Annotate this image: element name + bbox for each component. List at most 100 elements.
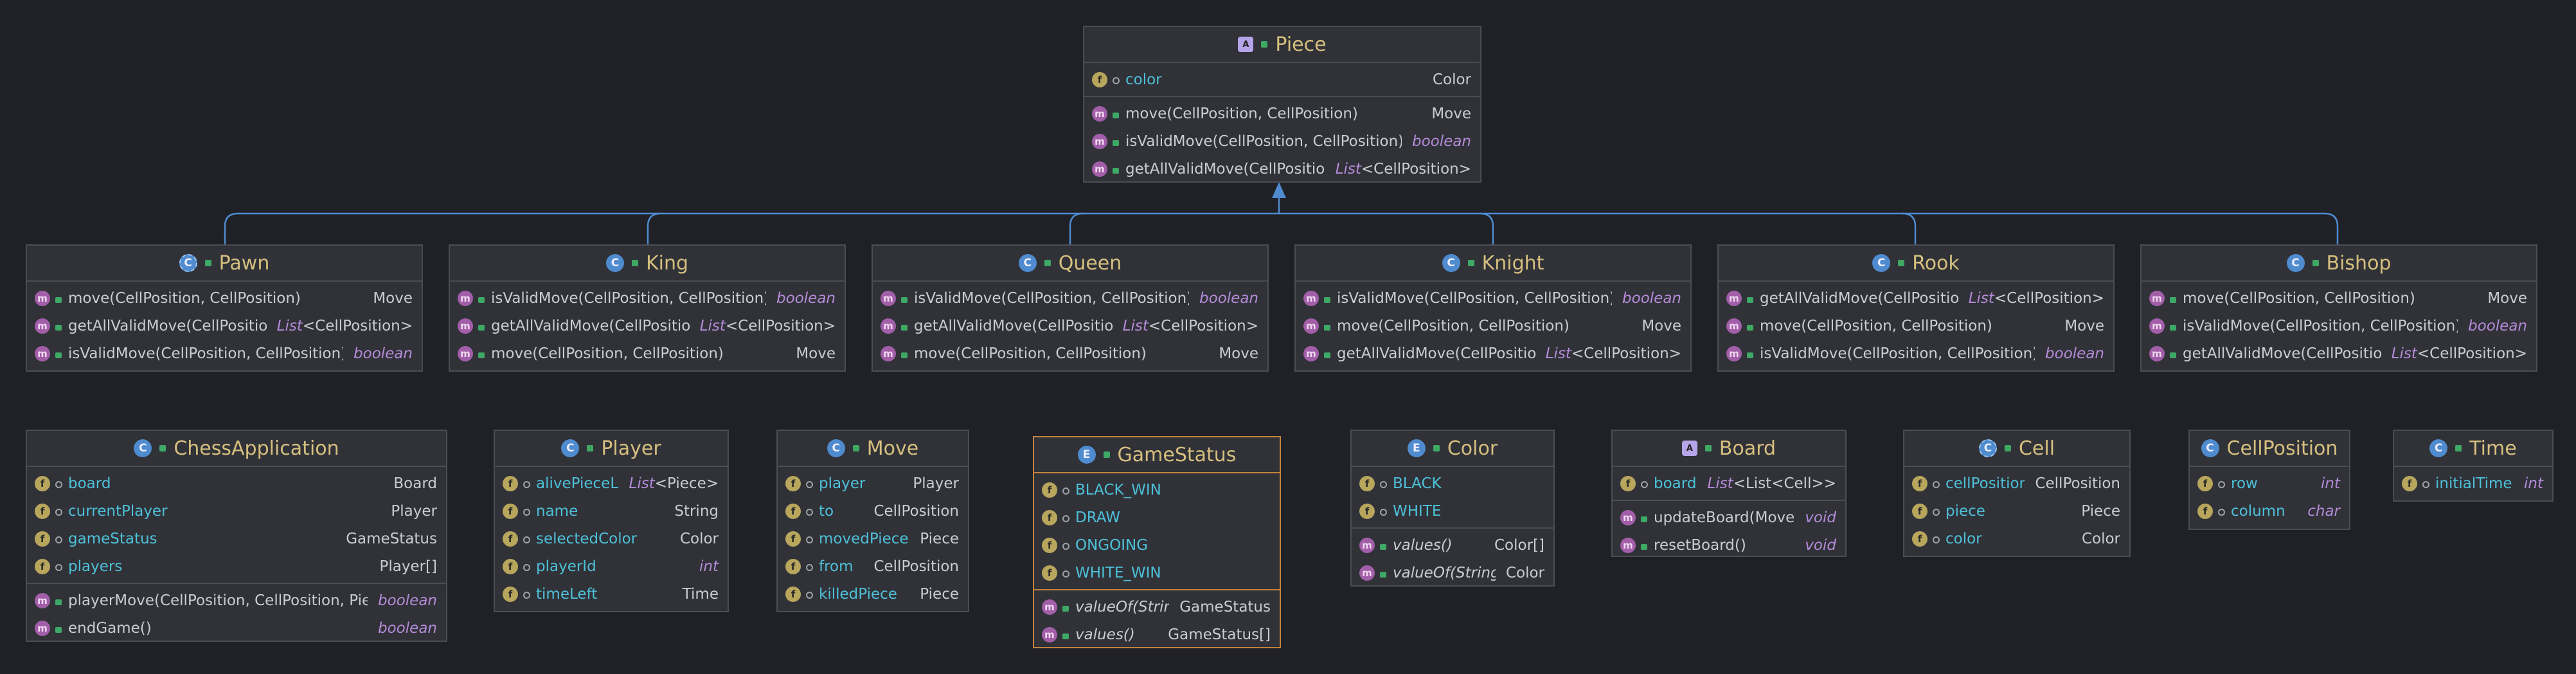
method-row[interactable]: m resetBoard() void [1613,531,1845,559]
member-name: isValidMove(CellPosition, CellPosition) [914,289,1190,307]
field-row[interactable]: f killedPiece Piece [778,580,968,608]
type-params: <CellPosition> [1994,289,2104,307]
method-row[interactable]: m getAllValidMove(CellPosition) List<CellP… [2142,340,2536,367]
enum-game-status[interactable]: E GameStatus f BLACK_WIN f DRAW f ONGOING f WHI… [1033,436,1281,648]
field-row[interactable]: f to CellPosition [778,497,968,525]
method-row[interactable]: m playerMove(CellPosition, CellPosition, … [27,587,446,614]
visibility-icon [1062,482,1069,498]
class-cell-header: C Cell [1904,431,2129,467]
field-row[interactable]: f WHITE_WIN [1034,559,1280,587]
field-row[interactable]: f alivePieceList List<Piece> [495,469,728,497]
field-row[interactable]: f row int [2190,469,2349,497]
method-icon: m [1620,509,1636,525]
edge-bishop-piece [1279,212,2339,244]
class-rook[interactable]: C Rook m getAllValidMove(CellPosition) Lis… [1717,244,2115,372]
method-row[interactable]: m move(CellPosition, CellPosition) Move [1296,312,1690,340]
field-row[interactable]: f piece Piece [1904,497,2129,525]
field-row[interactable]: f player Player [778,469,968,497]
class-move[interactable]: C Move f player Player f to CellPosition f move… [776,430,969,612]
field-row[interactable]: f DRAW [1034,504,1280,531]
member-name: cellPosition [1945,475,2025,492]
method-row[interactable]: m getAllValidMove(CellPosition) List<CellP… [450,312,845,340]
method-row[interactable]: m move(CellPosition, CellPosition) Move [450,340,845,367]
method-row[interactable]: m move(CellPosition, CellPosition) Move [873,340,1267,367]
type-keyword: List [629,475,655,492]
member-name: endGame() [68,619,152,637]
class-icon: C [1018,254,1037,272]
field-row[interactable]: f name String [495,497,728,525]
field-row[interactable]: f color Color [1904,525,2129,552]
field-row[interactable]: f color Color [1084,66,1480,93]
member-name: getAllValidMove(CellPosition) [68,317,267,334]
member-name: getAllValidMove(CellPosition) [1125,160,1325,178]
enum-color[interactable]: E Color f BLACK f WHITE m values() Color[] m va… [1350,430,1555,587]
method-row[interactable]: m move(CellPosition, CellPosition) Move [2142,284,2536,312]
field-row[interactable]: f selectedColor Color [495,525,728,552]
field-row[interactable]: f BLACK_WIN [1034,476,1280,504]
field-icon: f [35,558,50,574]
visibility-icon [55,531,62,547]
member-type: Color [2081,530,2120,547]
method-icon: m [2149,345,2165,361]
field-row[interactable]: f from CellPosition [778,552,968,580]
field-row[interactable]: f gameStatus GameStatus [27,525,446,552]
method-row[interactable]: m getAllValidMove(CellPosition) List<CellP… [1296,340,1690,367]
field-row[interactable]: f players Player[] [27,552,446,580]
method-row[interactable]: m values() Color[] [1352,531,1553,559]
method-row[interactable]: m updateBoard(Move) void [1613,504,1845,531]
method-row[interactable]: m move(CellPosition, CellPosition) Move [1084,100,1480,127]
class-player[interactable]: C Player f alivePieceList List<Piece> f name… [494,430,729,612]
method-row[interactable]: m getAllValidMove(CellPosition) List<CellP… [27,312,422,340]
method-row[interactable]: m valueOf(String) GameStatus [1034,593,1280,621]
class-time[interactable]: C Time f initialTime int [2393,430,2554,502]
method-row[interactable]: m valueOf(String) Color [1352,559,1553,587]
field-row[interactable]: f WHITE [1352,497,1553,525]
method-row[interactable]: m isValidMove(CellPosition, CellPosition)… [450,284,845,312]
method-icon: m [1359,537,1375,553]
field-row[interactable]: f column char [2190,497,2349,525]
method-row[interactable]: m values() GameStatus[] [1034,621,1280,648]
method-row[interactable]: m getAllValidMove(CellPosition) List<CellP… [873,312,1267,340]
member-type: Move [1641,317,1681,334]
field-row[interactable]: f initialTime int [2394,469,2552,497]
class-cell[interactable]: C Cell f cellPosition CellPosition f piece Pi… [1903,430,2131,557]
class-pawn[interactable]: C Pawn m move(CellPosition, CellPosition)… [26,244,423,372]
method-row[interactable]: m move(CellPosition, CellPosition) Move [27,284,422,312]
field-row[interactable]: f timeLeft Time [495,580,728,608]
visibility-icon [1933,531,1939,547]
member-type: List<List<Cell>> [1708,475,1837,492]
method-icon: m [1726,290,1742,306]
method-row[interactable]: m isValidMove(CellPosition, CellPosition)… [1719,340,2113,367]
field-row[interactable]: f board Board [27,469,446,497]
method-row[interactable]: m getAllValidMove(CellPosition) List<CellP… [1084,155,1480,183]
method-row[interactable]: m endGame() boolean [27,614,446,642]
field-row[interactable]: f movedPiece Piece [778,525,968,552]
method-row[interactable]: m isValidMove(CellPosition, CellPosition)… [873,284,1267,312]
class-rook-header: C Rook [1719,246,2113,282]
field-row[interactable]: f board List<List<Cell>> [1613,469,1845,497]
class-piece[interactable]: A Piece f color Color m move(CellPosition, … [1083,26,1481,183]
field-row[interactable]: f playerId int [495,552,728,580]
class-bishop[interactable]: C Bishop m move(CellPosition, CellPositio… [2140,244,2537,372]
method-row[interactable]: m isValidMove(CellPosition, CellPosition)… [1296,284,1690,312]
class-cell-position[interactable]: C CellPosition f row int f column char [2188,430,2350,530]
class-queen[interactable]: C Queen m isValidMove(CellPosition, CellP… [872,244,1269,372]
class-king[interactable]: C King m isValidMove(CellPosition, CellPo… [449,244,846,372]
lock-icon [2170,318,2176,334]
field-row[interactable]: f cellPosition CellPosition [1904,469,2129,497]
field-row[interactable]: f ONGOING [1034,531,1280,559]
class-board[interactable]: A Board f board List<List<Cell>> m updateBo… [1611,430,1847,557]
field-row[interactable]: f BLACK [1352,469,1553,497]
visibility-icon [523,503,530,520]
method-icon: m [1092,161,1107,177]
method-row[interactable]: m move(CellPosition, CellPosition) Move [1719,312,2113,340]
method-row[interactable]: m isValidMove(CellPosition, CellPosition)… [27,340,422,367]
field-row[interactable]: f currentPlayer Player [27,497,446,525]
method-row[interactable]: m getAllValidMove(CellPosition) List<CellP… [1719,284,2113,312]
member-type: boolean [378,619,437,637]
method-row[interactable]: m isValidMove(CellPosition, CellPosition)… [1084,127,1480,155]
class-knight[interactable]: C Knight m isValidMove(CellPosition, Cell… [1294,244,1692,372]
lock-icon [2312,260,2319,266]
class-chess-application[interactable]: C ChessApplication f board Board f currentPl… [26,430,447,642]
method-row[interactable]: m isValidMove(CellPosition, CellPosition)… [2142,312,2536,340]
